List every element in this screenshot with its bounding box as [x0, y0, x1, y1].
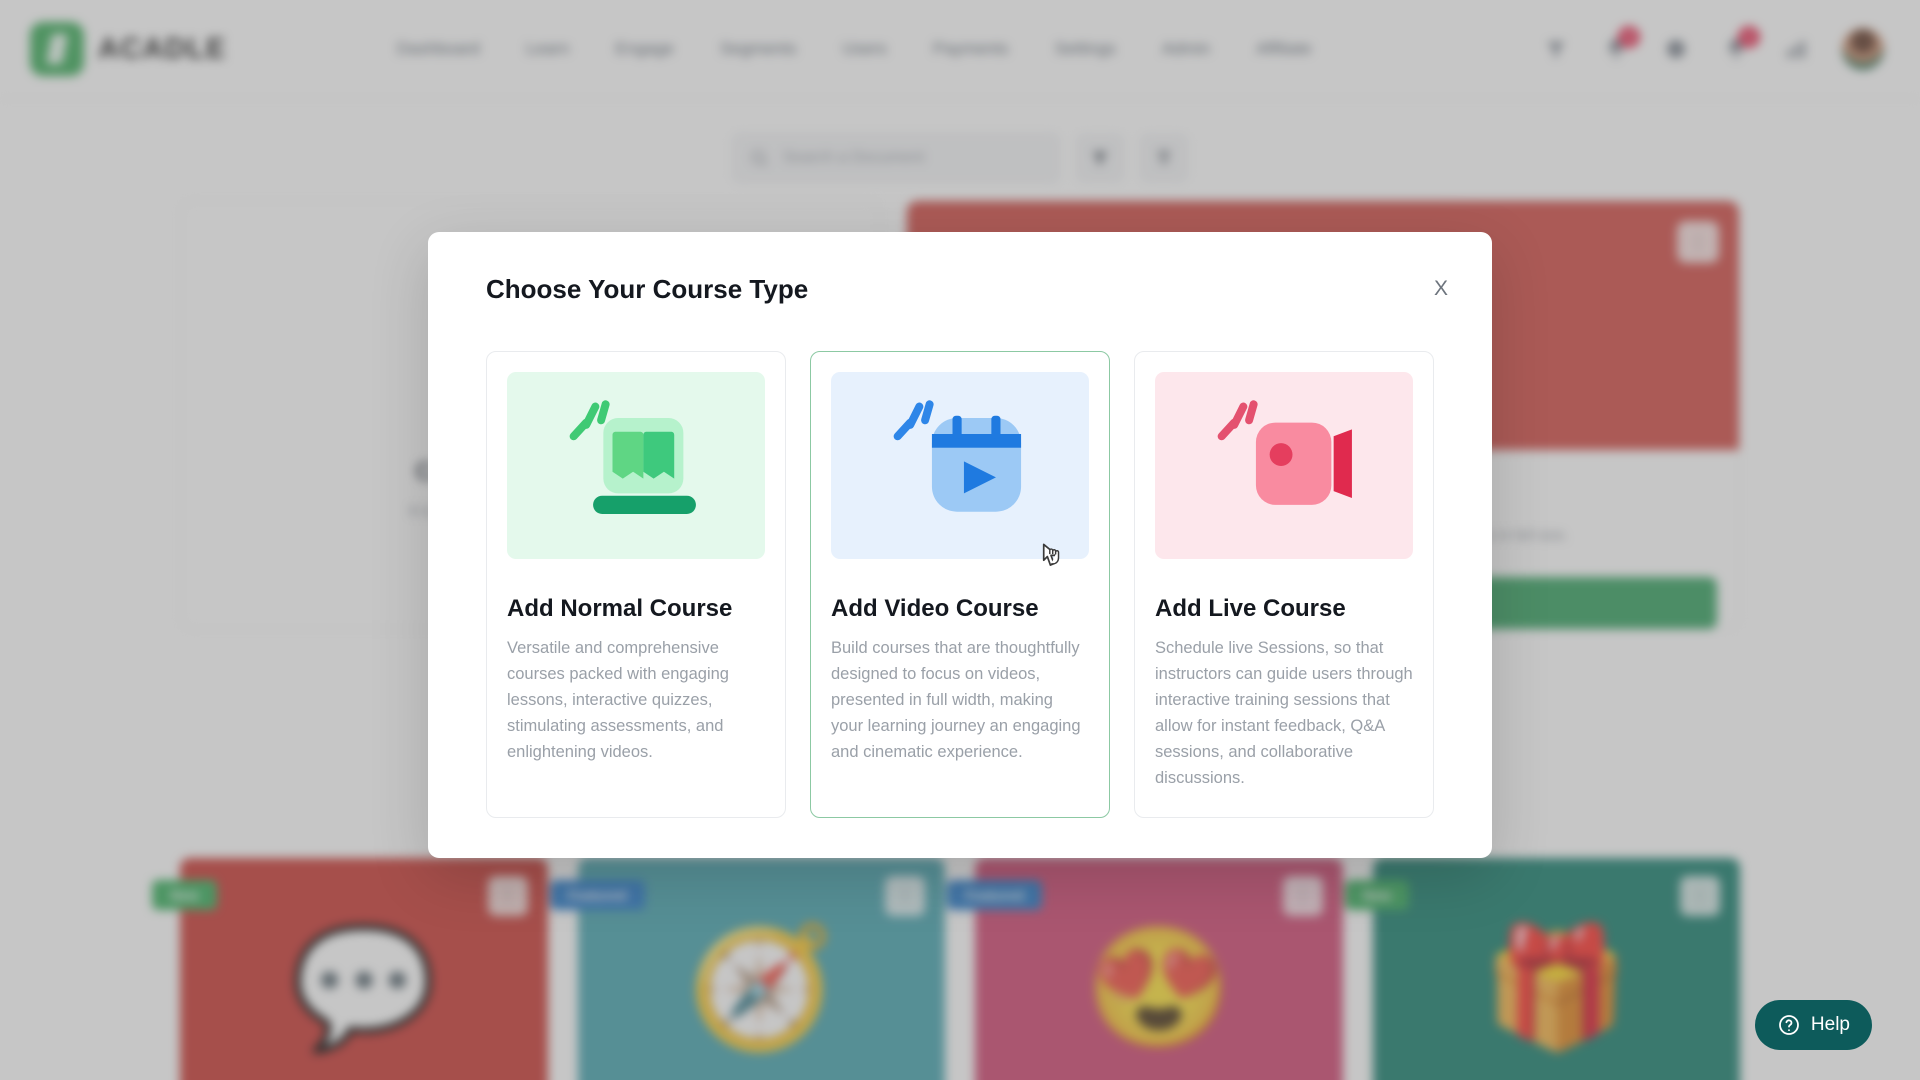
laptop-book-icon [569, 399, 696, 514]
modal-title: Choose Your Course Type [486, 274, 809, 304]
modal-header: Choose Your Course Type X [460, 274, 1460, 305]
course-type-title: Add Video Course [831, 595, 1039, 622]
live-course-illustration [1155, 372, 1413, 559]
video-play-icon [893, 399, 1021, 512]
video-course-illustration [831, 372, 1089, 559]
course-type-title: Add Normal Course [507, 595, 733, 622]
course-type-option-normal[interactable]: Add Normal Course Versatile and comprehe… [486, 351, 786, 819]
course-type-title: Add Live Course [1155, 595, 1346, 622]
course-type-option-video[interactable]: Add Video Course Build courses that are … [810, 351, 1110, 819]
question-circle-icon [1779, 1015, 1799, 1035]
close-icon[interactable]: X [1422, 274, 1460, 303]
course-type-options: Add Normal Course Versatile and comprehe… [460, 351, 1460, 819]
choose-course-type-modal: Choose Your Course Type X Add Normal Cou… [428, 232, 1492, 859]
normal-course-illustration [507, 372, 765, 559]
mouse-cursor [1042, 543, 1060, 566]
course-type-description: Versatile and comprehensive courses pack… [507, 639, 729, 762]
course-type-description: Schedule live Sessions, so that instruct… [1155, 639, 1413, 788]
course-type-option-live[interactable]: Add Live Course Schedule live Sessions, … [1134, 351, 1434, 819]
video-camera-icon [1217, 399, 1352, 505]
help-widget-button[interactable]: Help [1754, 1000, 1872, 1050]
help-widget-label: Help [1810, 1014, 1850, 1035]
course-type-description: Build courses that are thoughtfully desi… [831, 639, 1081, 762]
